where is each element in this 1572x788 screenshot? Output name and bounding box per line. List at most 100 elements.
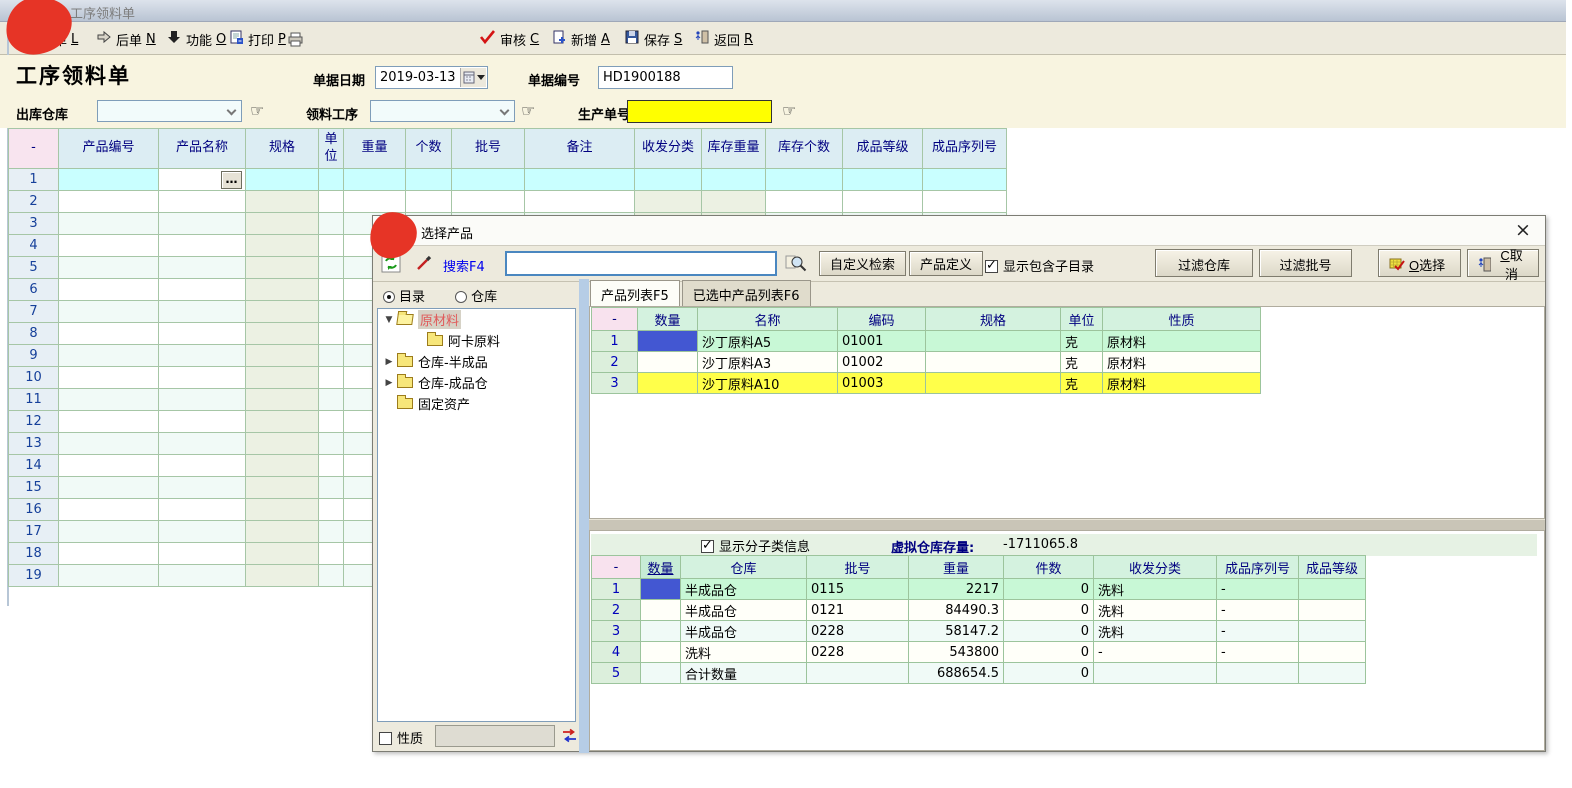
inventory-header[interactable]: 数量 [641, 556, 681, 579]
main-grid-cell[interactable] [159, 411, 246, 433]
main-grid-cell[interactable] [246, 323, 319, 345]
add-new-button[interactable]: 新增A [551, 28, 610, 50]
main-grid-header[interactable]: 收发分类 [635, 129, 702, 169]
radio-warehouse[interactable]: 仓库 [455, 290, 523, 305]
main-grid-cell[interactable] [452, 169, 525, 191]
row-number[interactable]: 12 [9, 411, 59, 433]
inventory-cell[interactable] [641, 579, 681, 600]
main-grid-cell[interactable] [319, 521, 344, 543]
row-number[interactable]: 19 [9, 565, 59, 587]
inventory-cell[interactable]: 2217 [909, 579, 1004, 600]
main-grid-cell[interactable] [319, 301, 344, 323]
inventory-cell[interactable]: 洗料 [1094, 579, 1217, 600]
main-grid-cell[interactable] [319, 411, 344, 433]
main-grid-cell[interactable] [635, 169, 702, 191]
product-table-header[interactable]: 编码 [838, 308, 926, 331]
inventory-header[interactable]: 成品序列号 [1217, 556, 1299, 579]
product-cell[interactable] [926, 373, 1061, 394]
inventory-header[interactable]: - [592, 556, 641, 579]
row-number[interactable]: 5 [592, 663, 641, 684]
product-table-header[interactable]: 数量 [638, 308, 698, 331]
category-tree[interactable]: ▼原材料阿卡原料▶仓库-半成品▶仓库-成品仓固定资产 [377, 308, 576, 722]
splitter-vertical[interactable] [579, 279, 589, 753]
product-cell[interactable] [638, 331, 698, 352]
main-grid-cell[interactable] [246, 477, 319, 499]
main-grid-cell[interactable] [319, 455, 344, 477]
main-grid-cell[interactable] [159, 323, 246, 345]
row-number[interactable]: 4 [592, 642, 641, 663]
inventory-cell[interactable]: 半成品仓 [681, 600, 807, 621]
main-grid-cell[interactable] [59, 477, 159, 499]
main-grid-cell[interactable] [159, 257, 246, 279]
tree-expand-icon[interactable]: ▶ [382, 378, 396, 388]
main-grid-header[interactable]: 库存重量 [702, 129, 766, 169]
main-grid-cell[interactable] [246, 565, 319, 587]
product-cell[interactable]: 原材料 [1103, 373, 1261, 394]
main-grid-header[interactable]: 重量 [344, 129, 406, 169]
row-number[interactable]: 1 [9, 169, 59, 191]
tree-item[interactable]: ▼原材料 [378, 309, 575, 330]
main-grid-cell[interactable] [246, 455, 319, 477]
main-grid-cell[interactable] [59, 455, 159, 477]
product-table-header[interactable]: - [592, 308, 638, 331]
row-number[interactable]: 17 [9, 521, 59, 543]
product-table[interactable]: -数量名称编码规格单位性质1沙丁原料A501001克原材料2沙丁原料A30100… [591, 307, 1261, 394]
save-button[interactable]: 保存S [624, 28, 682, 50]
main-grid-cell[interactable] [246, 411, 319, 433]
radio-directory[interactable]: 目录 [383, 290, 451, 305]
inventory-header[interactable]: 收发分类 [1094, 556, 1217, 579]
main-grid-cell[interactable] [59, 433, 159, 455]
row-number[interactable]: 9 [9, 345, 59, 367]
inventory-cell[interactable]: 0 [1004, 621, 1094, 642]
swap-arrows-icon[interactable] [561, 727, 578, 748]
filter-warehouse-button[interactable]: 过滤仓库 [1155, 249, 1253, 277]
inventory-row[interactable]: 5合计数量688654.50 [592, 663, 1366, 684]
row-number[interactable]: 1 [592, 579, 641, 600]
main-grid-cell[interactable] [319, 169, 344, 191]
main-grid-cell[interactable] [246, 257, 319, 279]
next-doc-button[interactable]: 后单N [96, 28, 156, 50]
row-number[interactable]: 3 [9, 213, 59, 235]
main-grid-cell[interactable] [766, 169, 843, 191]
production-order-input[interactable] [627, 100, 772, 123]
main-grid-cell[interactable] [246, 169, 319, 191]
main-grid-cell[interactable] [525, 169, 635, 191]
main-grid-cell[interactable] [159, 499, 246, 521]
edit-wand-icon[interactable] [415, 255, 433, 275]
splitter-horizontal[interactable] [589, 519, 1545, 530]
main-grid-row[interactable]: 2 [9, 191, 1007, 213]
inventory-cell[interactable]: 0228 [807, 642, 909, 663]
main-grid-cell[interactable] [246, 521, 319, 543]
product-table-header[interactable]: 性质 [1103, 308, 1261, 331]
row-number[interactable]: 8 [9, 323, 59, 345]
main-grid-header[interactable]: 成品序列号 [923, 129, 1007, 169]
main-grid-cell[interactable] [159, 345, 246, 367]
inventory-cell[interactable]: 84490.3 [909, 600, 1004, 621]
inventory-header[interactable]: 重量 [909, 556, 1004, 579]
tree-item-label[interactable]: 原材料 [418, 310, 461, 329]
main-grid-cell[interactable] [59, 499, 159, 521]
main-grid-cell[interactable] [246, 279, 319, 301]
inventory-cell[interactable]: - [1217, 642, 1299, 663]
row-number[interactable]: 6 [9, 279, 59, 301]
main-grid-header[interactable]: 产品名称 [159, 129, 246, 169]
row-number[interactable]: 5 [9, 257, 59, 279]
row-number[interactable]: 10 [9, 367, 59, 389]
close-icon[interactable]: × [1511, 219, 1535, 243]
tree-item[interactable]: 阿卡原料 [378, 330, 575, 351]
main-grid-header[interactable]: 批号 [452, 129, 525, 169]
main-grid-cell[interactable] [923, 169, 1007, 191]
product-cell[interactable]: 01001 [838, 331, 926, 352]
product-row[interactable]: 2沙丁原料A301002克原材料 [592, 352, 1261, 373]
inventory-cell[interactable]: 0 [1004, 642, 1094, 663]
inventory-cell[interactable] [1299, 600, 1366, 621]
product-row[interactable]: 3沙丁原料A1001003克原材料 [592, 373, 1261, 394]
show-subdir-checkbox[interactable]: 显示包含子目录 [985, 256, 1094, 275]
main-grid-cell[interactable] [319, 477, 344, 499]
main-grid-cell[interactable] [59, 235, 159, 257]
main-grid-cell[interactable] [319, 543, 344, 565]
main-grid-cell[interactable] [319, 565, 344, 587]
search-input[interactable] [505, 251, 777, 276]
product-table-header[interactable]: 规格 [926, 308, 1061, 331]
main-grid-cell[interactable] [159, 477, 246, 499]
